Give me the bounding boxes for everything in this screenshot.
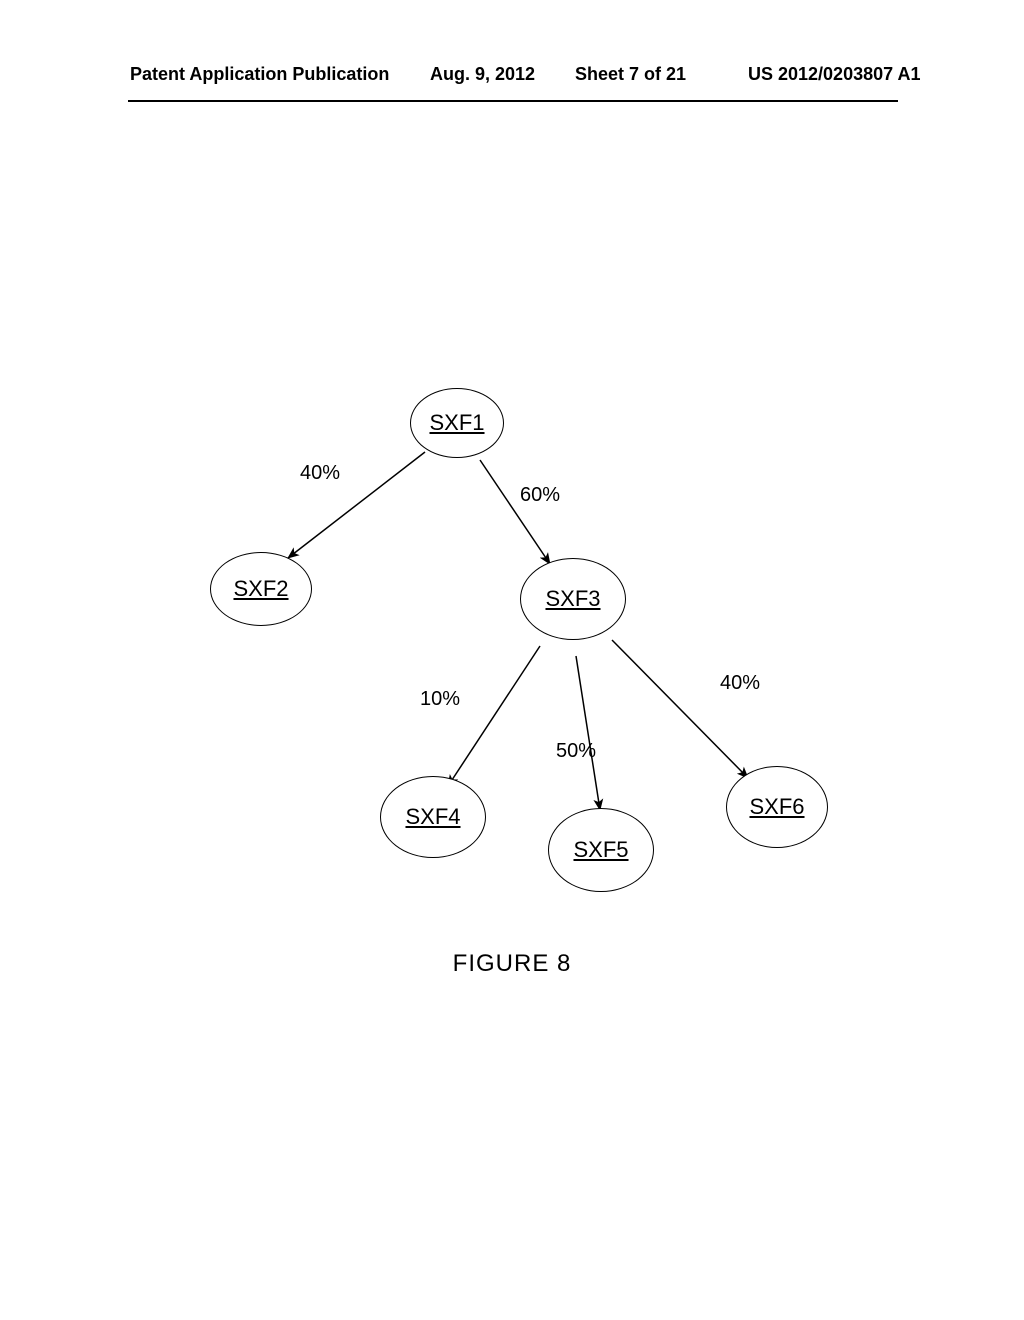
node-sxf3: SXF3	[520, 558, 626, 640]
node-label: SXF5	[573, 837, 628, 863]
edge-label-sxf3-sxf4: 10%	[420, 688, 460, 711]
edge-label-sxf3-sxf6: 40%	[720, 672, 760, 695]
node-label: SXF3	[545, 586, 600, 612]
edge-label-sxf1-sxf3: 60%	[520, 484, 560, 507]
node-sxf2: SXF2	[210, 552, 312, 626]
edge-label-sxf1-sxf2: 40%	[300, 462, 340, 485]
node-sxf5: SXF5	[548, 808, 654, 892]
node-label: SXF2	[233, 576, 288, 602]
tree-diagram: SXF1 SXF2 SXF3 SXF4 SXF5 SXF6 40% 60% 10…	[0, 0, 1024, 1320]
node-sxf1: SXF1	[410, 388, 504, 458]
connector-lines	[0, 0, 1024, 1320]
page: Patent Application Publication Aug. 9, 2…	[0, 0, 1024, 1320]
node-sxf6: SXF6	[726, 766, 828, 848]
edge-label-sxf3-sxf5: 50%	[556, 740, 596, 763]
figure-caption: FIGURE 8	[0, 950, 1024, 978]
node-label: SXF1	[429, 410, 484, 436]
node-sxf4: SXF4	[380, 776, 486, 858]
node-label: SXF4	[405, 804, 460, 830]
node-label: SXF6	[749, 794, 804, 820]
